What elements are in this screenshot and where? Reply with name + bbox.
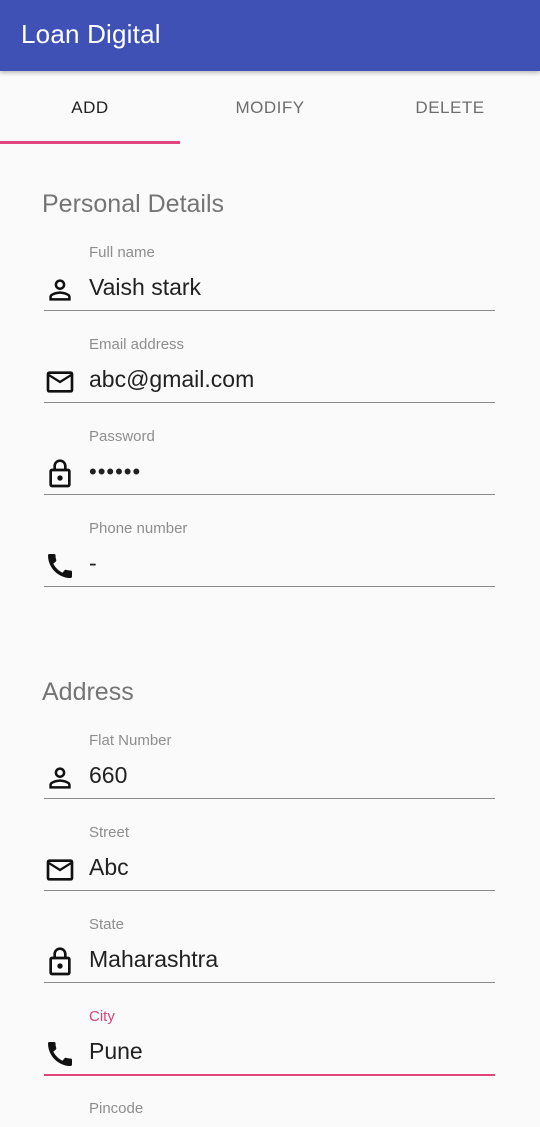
street-underline [44, 890, 495, 891]
state-underline [44, 982, 495, 983]
phone-number-value: - [89, 550, 97, 576]
phone-number-underline [44, 586, 495, 587]
password-label: Password [89, 428, 155, 445]
password-field[interactable]: Password •••••• [44, 428, 495, 508]
person-icon [44, 762, 76, 794]
city-underline [44, 1074, 495, 1076]
phone-number-label: Phone number [89, 520, 188, 537]
flat-number-value: 660 [89, 762, 128, 788]
email-value: abc@gmail.com [89, 366, 255, 392]
tab-add[interactable]: ADD [0, 71, 180, 146]
flat-number-field[interactable]: Flat Number 660 [44, 732, 495, 812]
lock-icon [44, 946, 76, 978]
app-title: Loan Digital [21, 19, 161, 49]
phone-icon [44, 550, 76, 582]
mail-icon [44, 366, 76, 398]
password-underline [44, 494, 495, 495]
street-label: Street [89, 824, 130, 841]
tab-modify[interactable]: MODIFY [180, 71, 360, 146]
state-label: State [89, 916, 125, 933]
full-name-value: Vaish stark [89, 274, 202, 300]
person-icon [44, 274, 76, 306]
tab-bar: ADD MODIFY DELETE [0, 71, 540, 146]
mail-icon [44, 854, 76, 886]
full-name-underline [44, 310, 495, 311]
city-label: City [89, 1008, 115, 1025]
street-value: Abc [89, 854, 129, 880]
password-value: •••••• [89, 459, 142, 484]
street-field[interactable]: Street Abc [44, 824, 495, 904]
section-title-address: Address [42, 678, 134, 706]
app-bar: Loan Digital [0, 0, 540, 71]
phone-number-field[interactable]: Phone number - [44, 520, 495, 600]
flat-number-underline [44, 798, 495, 799]
state-value: Maharashtra [89, 946, 219, 972]
city-field[interactable]: City Pune [44, 1008, 495, 1088]
section-title-personal-details: Personal Details [42, 190, 225, 218]
tab-delete[interactable]: DELETE [360, 71, 540, 146]
email-field[interactable]: Email address abc@gmail.com [44, 336, 495, 416]
email-underline [44, 402, 495, 403]
lock-icon [44, 458, 76, 490]
city-value: Pune [89, 1038, 143, 1064]
flat-number-label: Flat Number [89, 732, 172, 749]
pincode-field[interactable]: Pincode [44, 1100, 495, 1127]
full-name-field[interactable]: Full name Vaish stark [44, 244, 495, 324]
full-name-label: Full name [89, 244, 155, 261]
pincode-label: Pincode [89, 1100, 144, 1117]
email-label: Email address [89, 336, 185, 353]
phone-icon [44, 1038, 76, 1070]
active-tab-indicator [0, 141, 180, 144]
state-field[interactable]: State Maharashtra [44, 916, 495, 996]
